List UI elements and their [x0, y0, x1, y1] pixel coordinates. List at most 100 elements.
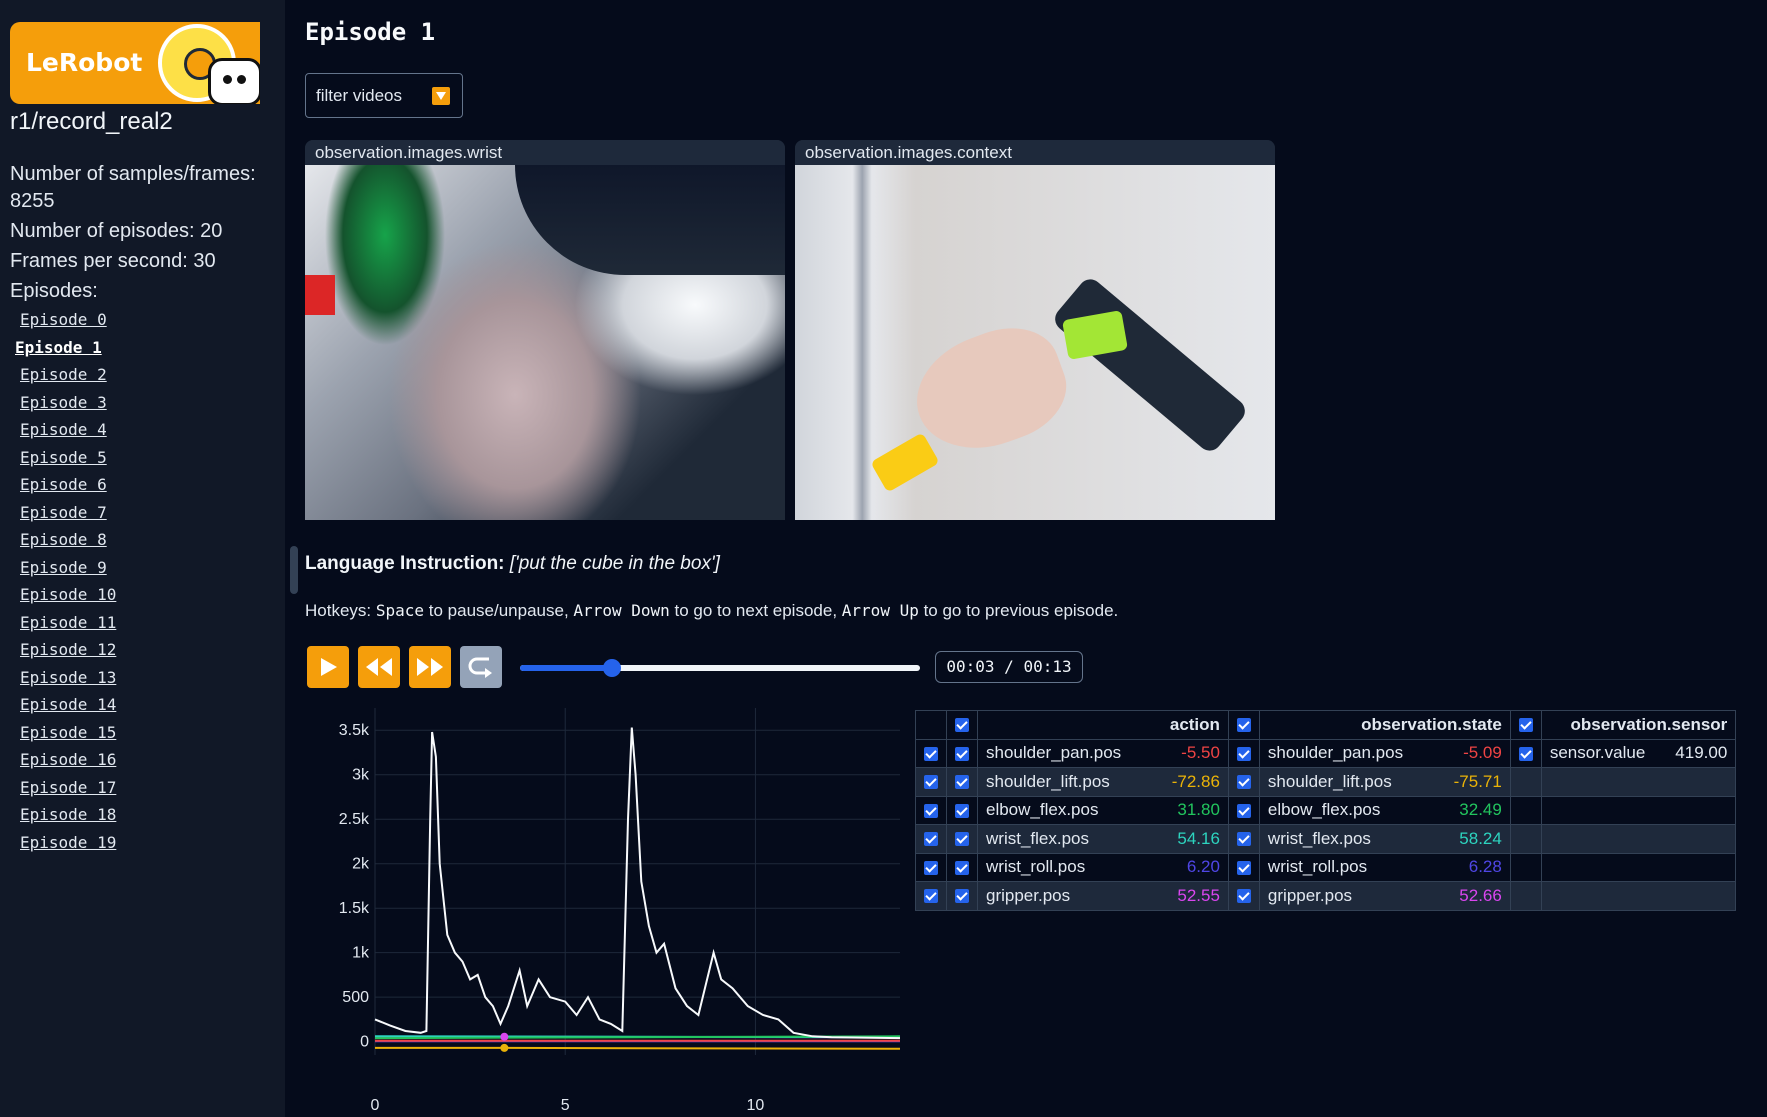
action-checkbox[interactable]	[955, 775, 969, 790]
state-checkbox[interactable]	[1236, 889, 1251, 904]
y-tick-label: 2k	[352, 856, 370, 873]
sidebar-item-episode[interactable]: Episode 18	[20, 805, 116, 833]
state-toggle-all-checkbox[interactable]	[1236, 718, 1251, 733]
state-value: 6.28	[1468, 857, 1502, 877]
state-checkbox[interactable]	[1236, 803, 1251, 818]
sidebar-item-episode[interactable]: Episode 11	[20, 613, 116, 641]
action-checkbox[interactable]	[955, 803, 969, 818]
action-checkbox[interactable]	[955, 746, 969, 761]
sidebar-item-episode[interactable]: Episode 9	[20, 558, 116, 586]
sidebar-item-episode[interactable]: Episode 0	[20, 310, 116, 338]
cursor-point	[500, 1043, 509, 1052]
row-checkbox[interactable]	[924, 746, 938, 761]
video-wrist[interactable]: observation.images.wrist	[305, 140, 785, 520]
action-toggle-all-checkbox[interactable]	[955, 718, 969, 733]
sensor-value: 419.00	[1675, 743, 1728, 763]
sidebar-item-episode[interactable]: Episode 5	[20, 448, 116, 476]
state-value: 32.49	[1459, 800, 1502, 820]
timeseries-chart[interactable]: 0 500 1k 1.5k 2k 2.5k 3k 3.5k 0 5 10	[305, 700, 905, 1117]
state-name: gripper.pos	[1267, 885, 1353, 905]
series-line	[374, 727, 901, 1040]
y-tick-label: 1.5k	[339, 900, 370, 917]
sidebar-item-episode[interactable]: Episode 14	[20, 695, 116, 723]
header-action: action	[977, 710, 1229, 740]
row-checkbox[interactable]	[924, 803, 938, 818]
loop-icon	[468, 657, 492, 678]
row-checkbox[interactable]	[924, 775, 938, 790]
action-name: shoulder_pan.pos	[986, 743, 1122, 763]
language-instruction: Language Instruction: ['put the cube in …	[305, 553, 720, 575]
table-row: gripper.pos 52.55 gripper.pos 52.66	[915, 881, 1737, 911]
x-tick-label: 5	[561, 1097, 570, 1114]
state-checkbox[interactable]	[1236, 775, 1251, 790]
state-value: -75.71	[1453, 771, 1502, 791]
y-tick-label: 0	[360, 1034, 369, 1051]
sidebar-item-episode[interactable]: Episode 16	[20, 750, 116, 778]
header-sensor: observation.sensor	[1540, 710, 1737, 740]
rewind-button[interactable]	[358, 646, 400, 688]
sidebar-item-episode[interactable]: Episode 6	[20, 475, 116, 503]
x-tick-label: 0	[371, 1097, 380, 1114]
resize-handle[interactable]	[290, 546, 298, 594]
state-checkbox[interactable]	[1236, 746, 1251, 761]
y-tick-label: 3.5k	[339, 722, 370, 739]
play-button[interactable]	[307, 646, 349, 688]
sidebar-item-episode[interactable]: Episode 2	[20, 365, 116, 393]
samples-label: Number of samples/frames:	[10, 163, 256, 185]
sidebar-item-episode[interactable]: Episode 10	[20, 585, 116, 613]
seek-thumb[interactable]	[603, 659, 621, 677]
row-checkbox[interactable]	[924, 860, 938, 875]
y-tick-label: 500	[342, 989, 369, 1006]
row-checkbox[interactable]	[924, 832, 938, 847]
action-name: wrist_flex.pos	[986, 828, 1089, 848]
state-checkbox[interactable]	[1236, 832, 1251, 847]
loop-button[interactable]	[460, 646, 502, 688]
filter-videos-dropdown[interactable]: filter videos	[305, 73, 463, 118]
data-table: action observation.state observation.sen…	[915, 710, 1737, 911]
table-body: shoulder_pan.pos -5.50 shoulder_pan.pos -5.…	[915, 738, 1737, 911]
video-context[interactable]: observation.images.context	[795, 140, 1275, 520]
table-header-row: action observation.state observation.sen…	[915, 710, 1737, 740]
sidebar-item-episode[interactable]: Episode 19	[20, 833, 116, 861]
row-checkbox[interactable]	[924, 889, 938, 904]
video-label: observation.images.context	[795, 140, 1275, 165]
fast-forward-icon	[417, 658, 443, 676]
sidebar-item-episode[interactable]: Episode 4	[20, 420, 116, 448]
state-name: elbow_flex.pos	[1267, 800, 1381, 820]
action-name: elbow_flex.pos	[986, 800, 1099, 820]
state-name: wrist_flex.pos	[1267, 828, 1371, 848]
action-checkbox[interactable]	[955, 832, 969, 847]
sidebar-item-episode[interactable]: Episode 15	[20, 723, 116, 751]
sidebar-item-episode[interactable]: Episode 13	[20, 668, 116, 696]
sidebar-item-episode[interactable]: Episode 12	[20, 640, 116, 668]
action-name: gripper.pos	[986, 885, 1071, 905]
sidebar-item-episode[interactable]: Episode 3	[20, 393, 116, 421]
y-tick-label: 3k	[352, 767, 370, 784]
sensor-name: sensor.value	[1549, 743, 1646, 763]
action-checkbox[interactable]	[955, 889, 969, 904]
samples-value: 8255	[10, 190, 55, 212]
state-checkbox[interactable]	[1236, 860, 1251, 875]
header-state: observation.state	[1258, 710, 1511, 740]
fast-forward-button[interactable]	[409, 646, 451, 688]
action-name: shoulder_lift.pos	[986, 771, 1110, 791]
hotkeys-prefix: Hotkeys:	[305, 601, 372, 620]
sidebar-item-episode[interactable]: Episode 7	[20, 503, 116, 531]
sidebar-item-episode[interactable]: Episode 8	[20, 530, 116, 558]
robot-arm-image	[1050, 274, 1250, 456]
hotkeys-text: to pause/unpause,	[428, 601, 569, 620]
hotkey-down: Arrow Down	[573, 601, 670, 620]
sensor-toggle-all-checkbox[interactable]	[1518, 718, 1533, 733]
action-checkbox[interactable]	[955, 860, 969, 875]
sidebar-item-episode[interactable]: Episode 1	[15, 338, 116, 366]
seek-slider[interactable]	[520, 659, 920, 677]
lerobot-logo[interactable]: LeRobot	[10, 22, 260, 104]
video-frame	[795, 165, 1275, 520]
header-empty	[915, 710, 947, 740]
sensor-checkbox[interactable]	[1518, 746, 1533, 761]
sidebar-item-episode[interactable]: Episode 17	[20, 778, 116, 806]
state-name: shoulder_pan.pos	[1267, 743, 1404, 763]
table-row: wrist_flex.pos 54.16 wrist_flex.pos 58.24	[915, 824, 1737, 854]
episode-list: Episode 0 Episode 1 Episode 2 Episode 3 Epis…	[15, 310, 116, 861]
cursor-point	[500, 1032, 509, 1041]
